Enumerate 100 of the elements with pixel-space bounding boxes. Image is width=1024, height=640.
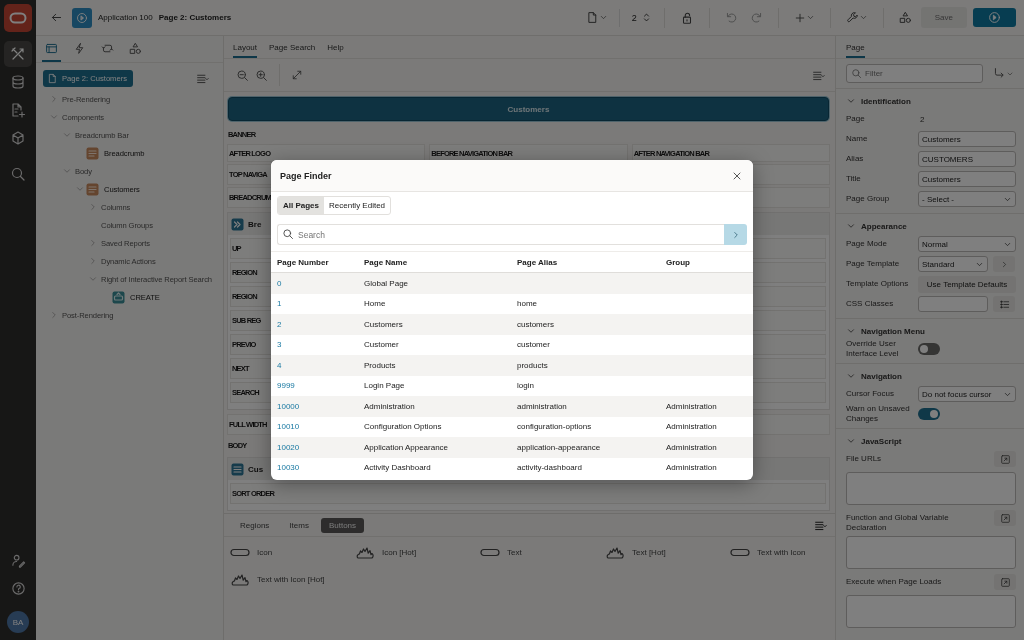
region-title: Bre (248, 219, 262, 229)
chevron-down-icon[interactable] (846, 326, 856, 336)
page-link[interactable]: 10020 (277, 442, 364, 452)
tab[interactable]: Help (327, 43, 344, 58)
user-edit-icon (10, 552, 26, 568)
expand-button[interactable] (291, 69, 303, 81)
button-template-label[interactable]: Text with Icon (757, 548, 806, 557)
breadcrumb-link[interactable]: Application 100 (98, 13, 153, 22)
chevron-right-icon[interactable] (88, 256, 98, 266)
chevron-right-icon[interactable] (49, 310, 59, 320)
button-template-label[interactable]: Icon (257, 548, 273, 557)
tab[interactable]: Items (281, 517, 317, 533)
logo-icon[interactable] (4, 4, 32, 32)
button-template-label[interactable]: Icon [Hot] (382, 548, 417, 557)
chevron-down-icon[interactable] (846, 371, 856, 381)
page-link[interactable]: 3 (277, 340, 364, 350)
table-cell-text: home (517, 299, 538, 309)
sidebar-tools-button[interactable] (4, 41, 32, 67)
go-to-group-button[interactable] (993, 67, 1014, 80)
section-title[interactable]: Navigation Menu (861, 326, 925, 336)
chevron-down-icon[interactable] (846, 96, 856, 106)
tab[interactable]: All Pages (278, 197, 324, 214)
chevron-down-icon[interactable] (846, 436, 856, 446)
tab[interactable]: Page (846, 43, 865, 58)
page-link[interactable]: 0 (277, 278, 364, 288)
expand-editor-button[interactable] (994, 574, 1016, 590)
database-icon (10, 74, 26, 90)
column-header[interactable]: Page Name (364, 257, 517, 267)
text-field[interactable]: Customers (918, 171, 1016, 187)
field-label: CSS Classes (846, 299, 895, 309)
toggle-switch[interactable] (918, 343, 940, 355)
section-title[interactable]: JavaScript (861, 436, 902, 446)
section-title[interactable]: Appearance (861, 221, 907, 231)
chevron-right-icon[interactable] (88, 202, 98, 212)
select-field[interactable]: Standard (918, 256, 988, 272)
tab[interactable]: Buttons (320, 517, 365, 533)
tab[interactable]: Layout (233, 43, 258, 58)
table-cell-text: Administration (364, 401, 416, 411)
page-link[interactable]: 9999 (277, 381, 364, 391)
section-title[interactable]: Identification (861, 96, 911, 106)
undo-icon (724, 11, 738, 24)
toggle-switch[interactable] (918, 408, 940, 420)
page-link[interactable]: 10000 (277, 401, 364, 411)
page-link[interactable]: 10010 (277, 422, 364, 432)
code-editor[interactable] (846, 536, 1016, 569)
page-link[interactable]: 1 (277, 299, 364, 309)
section-title[interactable]: Navigation (861, 371, 902, 381)
code-editor[interactable] (846, 595, 1016, 628)
field-label: Cursor Focus (846, 389, 895, 399)
page-link[interactable]: 10030 (277, 463, 364, 473)
chevron-down-icon[interactable] (75, 184, 85, 194)
run-button[interactable] (973, 8, 1016, 27)
filter-field[interactable]: Filter (846, 64, 983, 83)
tab[interactable]: Recently Edited (324, 197, 391, 214)
field-label: Title (846, 174, 862, 184)
text-field[interactable]: Customers (918, 131, 1016, 147)
tree-menu-button[interactable] (196, 72, 209, 85)
page-number-field[interactable]: 2 (618, 8, 641, 27)
search-field[interactable]: Search (277, 224, 724, 245)
class-list-button[interactable] (993, 296, 1015, 312)
table-cell-text: Administration (666, 463, 718, 473)
column-header[interactable]: Group (666, 257, 747, 267)
region-title: Cus (248, 464, 264, 474)
column-header[interactable]: Page Number (277, 257, 364, 267)
button-template-label[interactable]: Text [Hot] (632, 548, 666, 557)
zoom-in-button[interactable] (255, 68, 268, 82)
tab[interactable]: Regions (232, 517, 278, 533)
expand-arrows-icon (291, 69, 303, 81)
cube-icon (10, 130, 26, 146)
text-field[interactable]: CUSTOMERS (918, 151, 1016, 167)
select-field[interactable]: Normal (918, 236, 1016, 252)
button-template-label[interactable]: Text with Icon [Hot] (257, 575, 325, 584)
select-field[interactable]: - Select - (918, 191, 1016, 207)
app-icon[interactable] (72, 7, 92, 28)
table-cell-text: login (517, 381, 535, 391)
button-template-label[interactable]: Text (507, 548, 522, 557)
select-field[interactable]: Do not focus cursor (918, 386, 1016, 402)
tab[interactable]: Page Search (269, 43, 316, 58)
user-avatar[interactable]: BA (7, 611, 29, 633)
chevron-down-icon[interactable] (62, 130, 72, 140)
page-link[interactable]: 2 (277, 319, 364, 329)
template-defaults-button[interactable]: Use Template Defaults (918, 275, 1016, 293)
zoom-out-button[interactable] (236, 68, 249, 82)
chevron-down-icon[interactable] (88, 274, 98, 284)
list-icon (998, 298, 1010, 310)
chevron-down-icon[interactable] (62, 166, 72, 176)
chevron-down-icon[interactable] (846, 221, 856, 231)
chevron-right-icon[interactable] (88, 238, 98, 248)
page-link[interactable]: 4 (277, 360, 364, 370)
expand-editor-button[interactable] (994, 510, 1016, 526)
rendering-tab[interactable] (42, 42, 61, 62)
table-cell-text: application-appearance (517, 442, 602, 452)
table-cell-text: administration (517, 401, 568, 411)
search-go-button[interactable] (724, 224, 747, 245)
column-header[interactable]: Page Alias (517, 257, 666, 267)
chevron-right-icon[interactable] (49, 94, 59, 104)
code-editor[interactable] (846, 472, 1016, 505)
expand-editor-button[interactable] (994, 451, 1016, 467)
chevron-down-icon[interactable] (49, 112, 59, 122)
text-field[interactable] (918, 296, 988, 312)
